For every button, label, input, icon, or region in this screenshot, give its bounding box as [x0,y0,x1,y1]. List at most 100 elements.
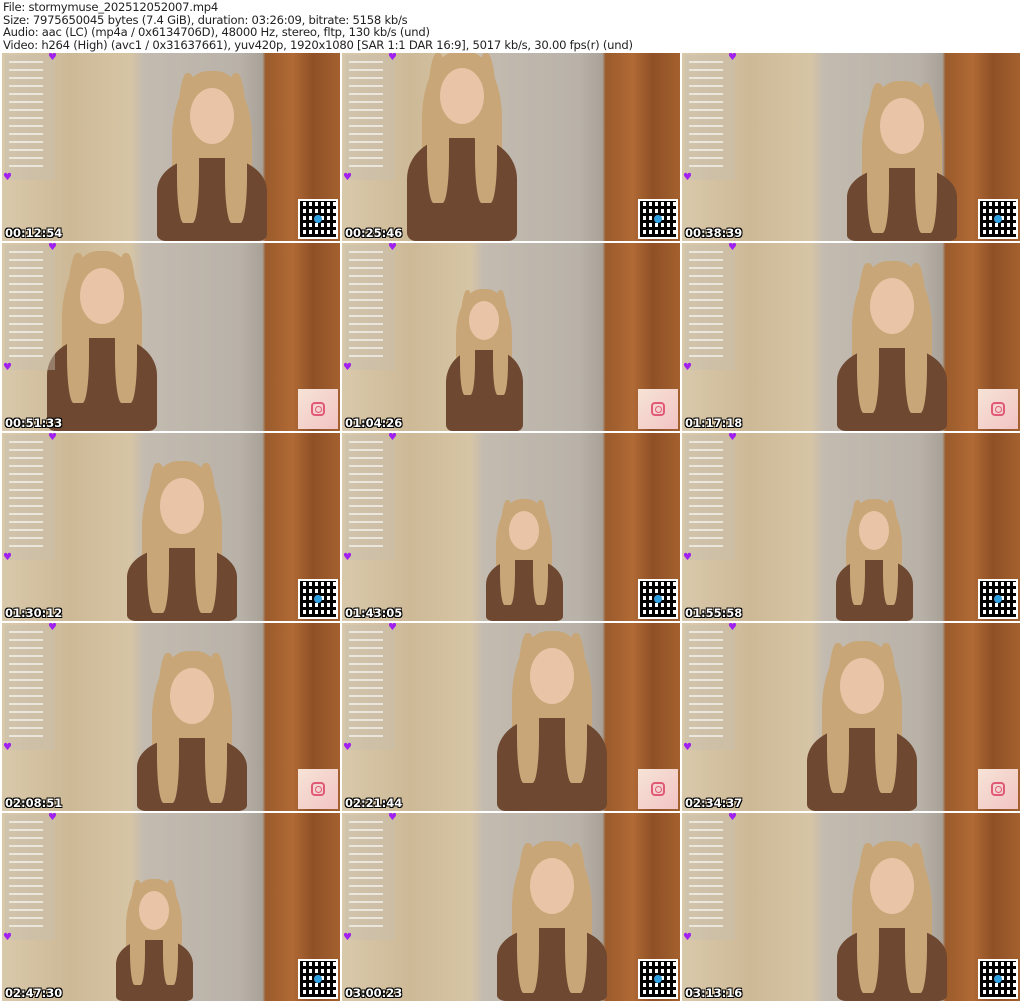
heart-icon: ♥ [728,813,737,823]
heart-icon: ♥ [48,53,57,63]
tip-menu-overlay [345,815,395,940]
video-thumbnail[interactable]: ♥ ♥ 03:00:23 [342,813,680,1001]
qr-code-icon [638,959,678,999]
heart-icon: ♥ [683,172,692,183]
timestamp: 02:08:51 [5,796,63,810]
heart-icon: ♥ [388,243,397,253]
heart-icon: ♥ [728,623,737,633]
person-figure [842,73,962,241]
tip-menu-overlay [5,625,55,750]
timestamp: 01:30:12 [5,606,63,620]
heart-icon: ♥ [343,742,352,753]
timestamp: 02:34:37 [685,796,743,810]
heart-icon: ♥ [3,362,12,373]
person-figure [832,253,952,431]
qr-code-icon [978,199,1018,239]
qr-code-icon [978,959,1018,999]
thumbnail-grid: ♥ ♥ 00:12:54 ♥ ♥ 00:25:46 ♥ ♥ 00:38:39 ♥ ♥ 00:51:33… [2,53,1020,1001]
audio-info: Audio: aac (LC) (mp4a / 0x6134706D), 480… [3,25,430,40]
video-thumbnail[interactable]: ♥ ♥ 01:43:05 [342,433,680,621]
qr-code-icon [298,199,338,239]
tip-menu-overlay [345,435,395,560]
instagram-icon [638,769,678,809]
qr-code-icon [638,579,678,619]
tip-menu-overlay [345,55,395,180]
video-thumbnail[interactable]: ♥ ♥ 02:21:44 [342,623,680,811]
person-figure [122,453,242,621]
video-thumbnail[interactable]: ♥ ♥ 01:30:12 [2,433,340,621]
timestamp: 00:38:39 [685,226,743,240]
instagram-icon [978,769,1018,809]
heart-icon: ♥ [683,932,692,943]
heart-icon: ♥ [388,623,397,633]
heart-icon: ♥ [683,362,692,373]
heart-icon: ♥ [48,243,57,253]
person-figure [482,493,566,621]
heart-icon: ♥ [343,362,352,373]
heart-icon: ♥ [343,932,352,943]
video-thumbnail[interactable]: ♥ ♥ 02:47:30 [2,813,340,1001]
tip-menu-overlay [5,245,55,370]
video-thumbnail[interactable]: ♥ ♥ 02:08:51 [2,623,340,811]
heart-icon: ♥ [728,243,737,253]
timestamp: 01:17:18 [685,416,743,430]
tip-menu-overlay [345,245,395,370]
person-figure [832,493,916,621]
heart-icon: ♥ [388,53,397,63]
timestamp: 02:21:44 [345,796,403,810]
person-figure [492,833,612,1001]
tip-menu-overlay [685,435,735,560]
person-figure [152,63,272,241]
video-thumbnail[interactable]: ♥ ♥ 01:55:58 [682,433,1020,621]
person-figure [42,243,162,431]
heart-icon: ♥ [3,172,12,183]
timestamp: 00:51:33 [5,416,63,430]
tip-menu-overlay [5,55,55,180]
tip-menu-overlay [5,435,55,560]
timestamp: 01:43:05 [345,606,403,620]
heart-icon: ♥ [48,433,57,443]
qr-code-icon [298,579,338,619]
video-thumbnail[interactable]: ♥ ♥ 00:38:39 [682,53,1020,241]
timestamp: 01:04:26 [345,416,403,430]
instagram-icon [978,389,1018,429]
tip-menu-overlay [685,625,735,750]
tip-menu-overlay [685,245,735,370]
timestamp: 02:47:30 [5,986,63,1000]
heart-icon: ♥ [388,433,397,443]
video-thumbnail[interactable]: ♥ ♥ 00:25:46 [342,53,680,241]
person-figure [832,833,952,1001]
heart-icon: ♥ [728,433,737,443]
instagram-icon [298,389,338,429]
instagram-icon [638,389,678,429]
heart-icon: ♥ [343,552,352,563]
heart-icon: ♥ [48,623,57,633]
timestamp: 03:00:23 [345,986,403,1000]
tip-menu-overlay [345,625,395,750]
video-thumbnail[interactable]: ♥ ♥ 00:51:33 [2,243,340,431]
heart-icon: ♥ [388,813,397,823]
heart-icon: ♥ [3,742,12,753]
person-figure [442,283,526,431]
timestamp: 01:55:58 [685,606,743,620]
file-name: File: stormymuse_202512052007.mp4 [3,0,218,14]
video-thumbnail[interactable]: ♥ ♥ 01:17:18 [682,243,1020,431]
video-thumbnail[interactable]: ♥ ♥ 01:04:26 [342,243,680,431]
qr-code-icon [978,579,1018,619]
video-thumbnail[interactable]: ♥ ♥ 00:12:54 [2,53,340,241]
person-figure [402,53,522,241]
heart-icon: ♥ [3,932,12,943]
person-figure [112,873,196,1001]
person-figure [132,643,252,811]
instagram-icon [298,769,338,809]
video-thumbnail[interactable]: ♥ ♥ 03:13:16 [682,813,1020,1001]
tip-menu-overlay [5,815,55,940]
timestamp: 03:13:16 [685,986,743,1000]
video-thumbnail[interactable]: ♥ ♥ 02:34:37 [682,623,1020,811]
heart-icon: ♥ [343,172,352,183]
tip-menu-overlay [685,815,735,940]
heart-icon: ♥ [683,552,692,563]
video-info: Video: h264 (High) (avc1 / 0x31637661), … [3,37,633,52]
heart-icon: ♥ [48,813,57,823]
tip-menu-overlay [685,55,735,180]
